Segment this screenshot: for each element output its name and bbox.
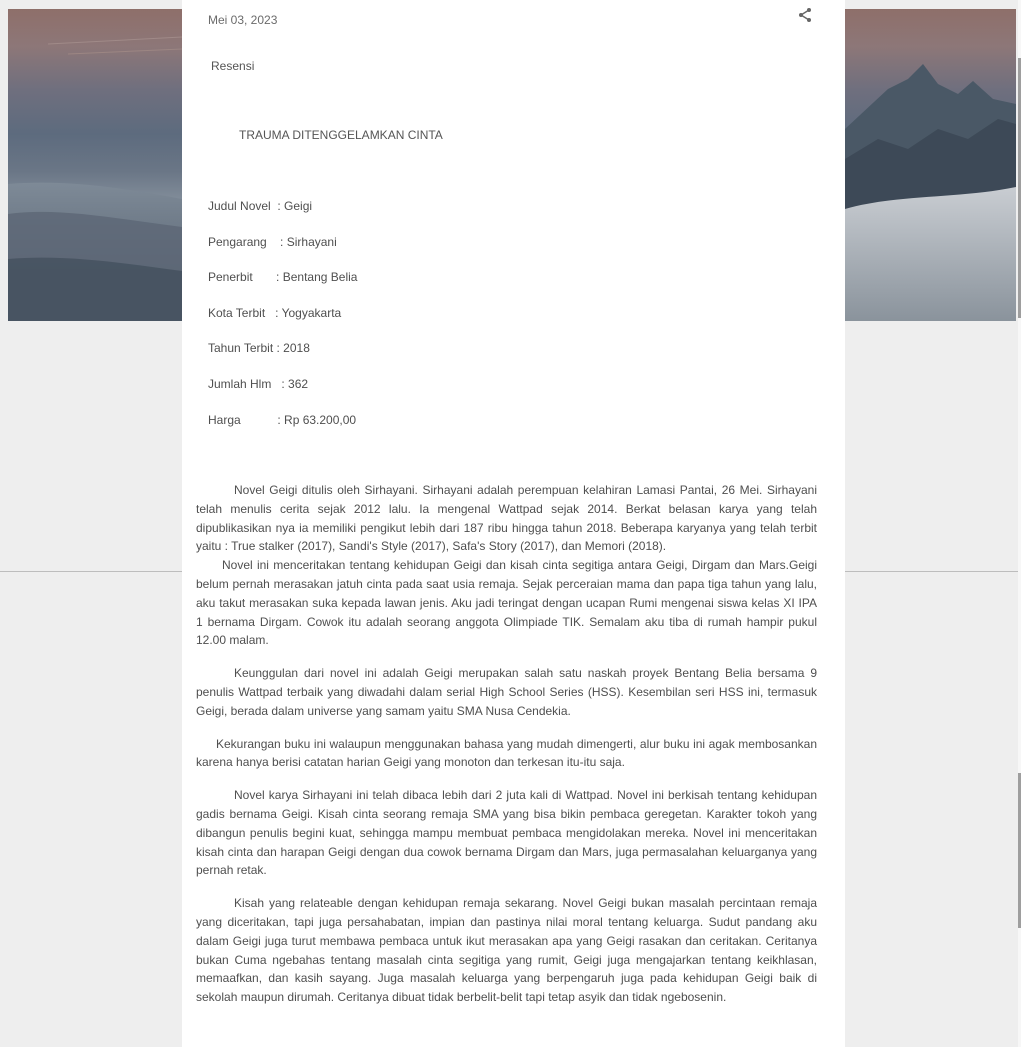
- info-separator: :: [252, 270, 283, 285]
- post-date: Mei 03, 2023: [208, 13, 278, 27]
- info-key: Tahun Terbit: [208, 341, 274, 356]
- body-paragraph: Kekurangan buku ini walaupun menggunakan…: [196, 736, 817, 770]
- post-card: Mei 03, 2023 Resensi TRAUMA DITENGGELAMK…: [182, 0, 845, 1047]
- book-info-row: Harga : Rp 63.200,00: [208, 413, 357, 449]
- info-separator: :: [270, 199, 285, 213]
- info-key: Judul Novel: [208, 199, 271, 213]
- info-separator: :: [271, 376, 289, 391]
- body-paragraph: Novel karya Sirhayani ini telah dibaca l…: [196, 788, 817, 878]
- info-separator: :: [240, 412, 285, 427]
- info-value: 2018: [283, 341, 310, 356]
- share-button[interactable]: [796, 6, 816, 26]
- info-key: Pengarang: [208, 234, 267, 249]
- info-value: Rp 63.200,00: [284, 412, 357, 427]
- info-separator: :: [273, 341, 284, 356]
- book-info-row: Jumlah Hlm : 362: [208, 377, 357, 413]
- book-info-list: Judul Novel : Geigi Pengarang : Sirhayan…: [208, 199, 357, 448]
- info-value: 362: [288, 376, 309, 391]
- body-paragraph: Novel ini menceritakan tentang kehidupan…: [196, 558, 817, 648]
- book-info-row: Kota Terbit : Yogyakarta: [208, 306, 357, 342]
- body-paragraph: Novel Geigi ditulis oleh Sirhayani. Sirh…: [196, 483, 817, 554]
- body-paragraph: Keunggulan dari novel ini adalah Geigi m…: [196, 666, 817, 718]
- book-info-row: Pengarang : Sirhayani: [208, 235, 357, 271]
- post-label: Resensi: [211, 59, 255, 73]
- info-value: Yogyakarta: [281, 305, 342, 320]
- info-key: Penerbit: [208, 270, 253, 285]
- info-separator: :: [265, 305, 282, 320]
- info-value: Bentang Belia: [282, 270, 358, 285]
- book-info-row: Judul Novel : Geigi: [208, 199, 357, 235]
- book-info-row: Penerbit : Bentang Belia: [208, 270, 357, 306]
- info-key: Kota Terbit: [208, 305, 266, 320]
- info-separator: :: [266, 234, 287, 249]
- post-body: Novel Geigi ditulis oleh Sirhayani. Sirh…: [196, 481, 817, 1021]
- share-icon: [799, 8, 811, 22]
- info-key: Jumlah Hlm: [208, 376, 272, 391]
- info-value: Sirhayani: [286, 234, 337, 249]
- post-title: TRAUMA DITENGGELAMKAN CINTA: [239, 128, 443, 142]
- body-paragraph: Kisah yang relateable dengan kehidupan r…: [196, 896, 817, 1005]
- info-value: Geigi: [284, 199, 313, 213]
- info-key: Harga: [208, 412, 241, 427]
- book-info-row: Tahun Terbit : 2018: [208, 341, 357, 377]
